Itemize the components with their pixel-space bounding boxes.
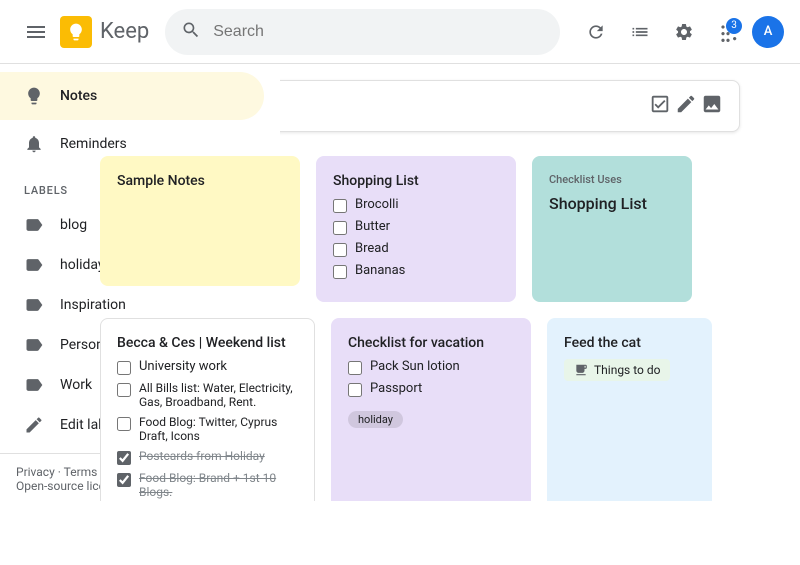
checklist-label: Pack Sun lotion (370, 359, 460, 374)
checklist-item: Food Blog: Twitter, Cyprus Draft, Icons (117, 415, 298, 443)
checklist-checkbox[interactable] (117, 473, 131, 487)
checklist-label: University work (139, 359, 227, 374)
settings-button[interactable] (664, 12, 704, 52)
checklist-item: Bread (333, 241, 499, 257)
note-title: Sample Notes (117, 173, 283, 189)
checklist-checkbox[interactable] (348, 361, 362, 375)
sidebar-item-notes[interactable]: Notes (0, 72, 264, 120)
notification-badge: 3 (726, 18, 742, 34)
note-subtitle: Checklist Uses (549, 173, 675, 186)
label-blog: blog (60, 217, 87, 233)
checklist-checkbox[interactable] (348, 383, 362, 397)
note-title: Checklist for vacation (348, 335, 514, 351)
checklist-item-checked: Food Blog: Brand + 1st 10 Blogs. (117, 471, 298, 499)
privacy-link[interactable]: Privacy (16, 465, 55, 479)
label-holiday: holiday (60, 257, 105, 273)
list-view-button[interactable] (620, 12, 660, 52)
avatar[interactable]: A (752, 16, 784, 48)
image-icon[interactable] (701, 93, 723, 119)
note-feed-cat[interactable]: Feed the cat Things to do (547, 318, 712, 501)
label-work: Work (60, 377, 92, 393)
checklist-checkbox[interactable] (333, 199, 347, 213)
checklist-item: Passport (348, 381, 514, 397)
app-title: Keep (100, 19, 149, 44)
apps-button[interactable]: 3 (708, 12, 748, 52)
note-becca-weekend[interactable]: Becca & Ces | Weekend list University wo… (100, 318, 315, 501)
checklist-item: Pack Sun lotion (348, 359, 514, 375)
checklist-label: Postcards from Holiday (139, 449, 265, 463)
note-title: Feed the cat (564, 335, 695, 351)
checklist-label: Food Blog: Twitter, Cyprus Draft, Icons (139, 415, 298, 443)
notes-grid: Sample Notes Shopping List Brocolli Butt… (100, 156, 780, 501)
terms-link[interactable]: Terms (64, 465, 98, 479)
note-checklist-uses[interactable]: Checklist Uses Shopping List (532, 156, 692, 302)
checklist: Brocolli Butter Bread Bananas (333, 197, 499, 279)
checklist-item: Bananas (333, 263, 499, 279)
checklist-item-checked: Postcards from Holiday (117, 449, 298, 465)
checklist-label: Brocolli (355, 197, 399, 212)
search-bar[interactable] (165, 9, 560, 55)
refresh-button[interactable] (576, 12, 616, 52)
checklist-label: All Bills list: Water, Electricity, Gas,… (139, 381, 298, 409)
checklist-label: Bananas (355, 263, 405, 278)
footer-dot: · (58, 465, 61, 479)
checklist-item: Butter (333, 219, 499, 235)
reminders-label: Reminders (60, 136, 127, 152)
checklist-checkbox[interactable] (333, 243, 347, 257)
checklist-label: Passport (370, 381, 422, 396)
checklist-checkbox[interactable] (117, 417, 131, 431)
checklist: Pack Sun lotion Passport (348, 359, 514, 397)
badge-label: Things to do (594, 363, 660, 377)
checklist-checkbox[interactable] (117, 451, 131, 465)
checklist: University work All Bills list: Water, E… (117, 359, 298, 501)
checklist-item: All Bills list: Water, Electricity, Gas,… (117, 381, 298, 409)
note-title: Becca & Ces | Weekend list (117, 335, 298, 351)
keep-logo-icon (60, 16, 92, 48)
menu-icon[interactable] (16, 12, 56, 52)
new-note-actions (649, 93, 723, 119)
note-sample-notes[interactable]: Sample Notes (100, 156, 300, 286)
pen-icon[interactable] (675, 93, 697, 119)
note-shopping-list[interactable]: Shopping List Brocolli Butter Bread Bana… (316, 156, 516, 302)
checklist-checkbox[interactable] (333, 221, 347, 235)
checklist-item: Brocolli (333, 197, 499, 213)
header-left: Keep (16, 12, 149, 52)
label-inspiration: Inspiration (60, 297, 126, 313)
header: Keep 3 A (0, 0, 800, 64)
checklist-label: Butter (355, 219, 390, 234)
checklist-checkbox[interactable] (117, 383, 131, 397)
note-title: Shopping List (549, 194, 675, 213)
checklist-label: Bread (355, 241, 389, 256)
header-actions: 3 A (576, 12, 784, 52)
note-title: Shopping List (333, 173, 499, 189)
note-checklist-vacation[interactable]: Checklist for vacation Pack Sun lotion P… (331, 318, 531, 501)
things-to-do-badge: Things to do (564, 359, 670, 381)
checklist-item: University work (117, 359, 298, 375)
note-chip: holiday (348, 411, 403, 428)
search-input[interactable] (213, 23, 544, 41)
checkbox-icon[interactable] (649, 93, 671, 119)
search-icon (181, 20, 213, 44)
checklist-checkbox[interactable] (117, 361, 131, 375)
notes-label: Notes (60, 88, 97, 104)
checklist-label: Food Blog: Brand + 1st 10 Blogs. (139, 471, 298, 499)
checklist-checkbox[interactable] (333, 265, 347, 279)
